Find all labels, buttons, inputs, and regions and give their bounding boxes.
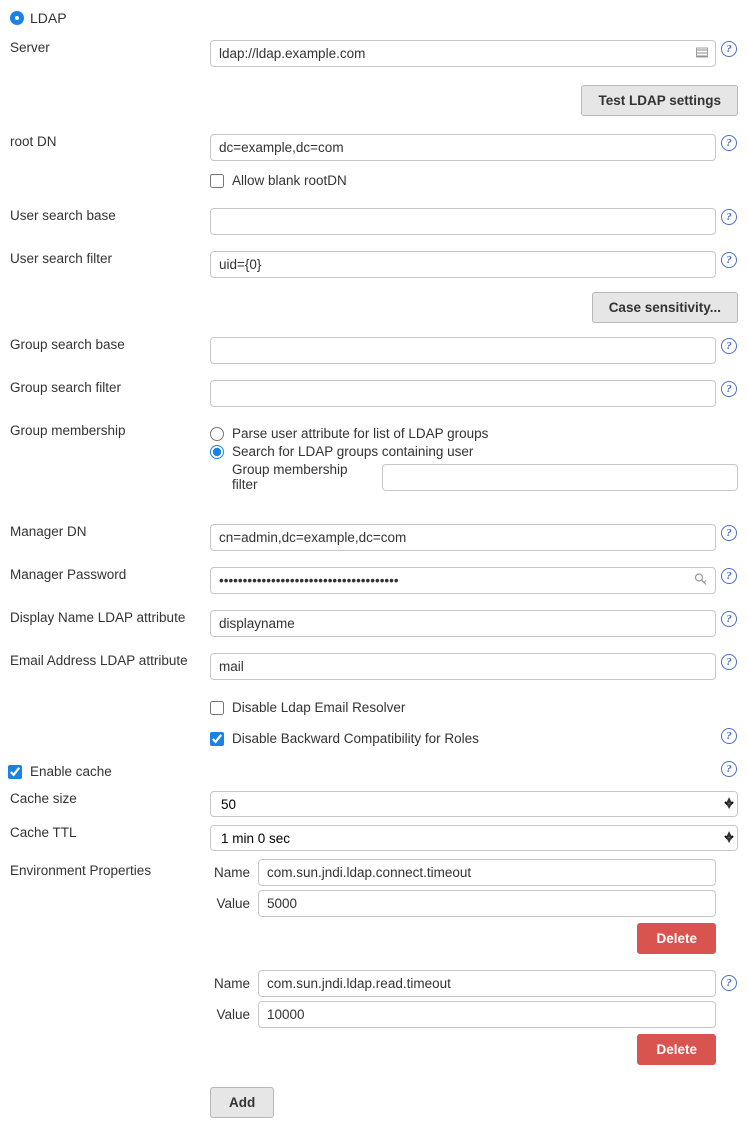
env-delete-button-1[interactable]: Delete bbox=[637, 1034, 716, 1065]
help-icon[interactable]: ? bbox=[721, 568, 737, 584]
help-icon[interactable]: ? bbox=[721, 525, 737, 541]
help-icon[interactable]: ? bbox=[721, 654, 737, 670]
email-attr-label: Email Address LDAP attribute bbox=[10, 649, 210, 684]
disable-email-resolver-checkbox[interactable] bbox=[210, 701, 224, 715]
env-prop-block: Name Value Delete bbox=[210, 859, 716, 954]
help-icon[interactable]: ? bbox=[721, 252, 737, 268]
group-search-base-label: Group search base bbox=[10, 333, 210, 368]
test-ldap-button[interactable]: Test LDAP settings bbox=[581, 85, 738, 116]
user-search-base-label: User search base bbox=[10, 204, 210, 239]
group-search-base-input[interactable] bbox=[210, 337, 716, 364]
manager-dn-label: Manager DN bbox=[10, 520, 210, 555]
ldap-title: LDAP bbox=[30, 10, 67, 26]
env-value-input-0[interactable] bbox=[258, 890, 716, 917]
display-name-attr-input[interactable] bbox=[210, 610, 716, 637]
group-membership-label: Group membership bbox=[10, 419, 210, 498]
root-dn-input[interactable] bbox=[210, 134, 716, 161]
cache-ttl-label: Cache TTL bbox=[10, 821, 210, 855]
display-name-attr-label: Display Name LDAP attribute bbox=[10, 606, 210, 641]
ldap-section-header: LDAP bbox=[10, 10, 738, 26]
user-search-base-input[interactable] bbox=[210, 208, 716, 235]
server-input[interactable] bbox=[210, 40, 716, 67]
enable-cache-checkbox[interactable] bbox=[8, 765, 22, 779]
ldap-radio-icon bbox=[10, 11, 24, 25]
cache-ttl-select[interactable]: 1 min 0 sec bbox=[210, 825, 738, 851]
env-value-label: Value bbox=[210, 896, 258, 911]
env-delete-button-0[interactable]: Delete bbox=[637, 923, 716, 954]
env-add-button[interactable]: Add bbox=[210, 1087, 274, 1118]
help-icon[interactable]: ? bbox=[721, 761, 737, 777]
env-props-label: Environment Properties bbox=[10, 855, 210, 966]
disable-email-resolver-label: Disable Ldap Email Resolver bbox=[232, 700, 405, 715]
disable-backcompat-label: Disable Backward Compatibility for Roles bbox=[232, 731, 479, 746]
help-icon[interactable]: ? bbox=[721, 975, 737, 991]
group-search-filter-input[interactable] bbox=[210, 380, 716, 407]
help-icon[interactable]: ? bbox=[721, 135, 737, 151]
env-value-input-1[interactable] bbox=[258, 1001, 716, 1028]
gm-search-label: Search for LDAP groups containing user bbox=[232, 444, 473, 459]
help-icon[interactable]: ? bbox=[721, 728, 737, 744]
help-icon[interactable]: ? bbox=[721, 41, 737, 57]
help-icon[interactable]: ? bbox=[721, 209, 737, 225]
help-icon[interactable]: ? bbox=[721, 338, 737, 354]
root-dn-label: root DN bbox=[10, 130, 210, 165]
cache-size-select[interactable]: 50 bbox=[210, 791, 738, 817]
gm-filter-label: Group membership filter bbox=[232, 462, 382, 492]
gm-search-radio[interactable] bbox=[210, 445, 224, 459]
help-icon[interactable]: ? bbox=[721, 611, 737, 627]
user-search-filter-label: User search filter bbox=[10, 247, 210, 282]
disable-backcompat-checkbox[interactable] bbox=[210, 732, 224, 746]
case-sensitivity-button[interactable]: Case sensitivity... bbox=[592, 292, 738, 323]
server-label: Server bbox=[10, 36, 210, 71]
allow-blank-rootdn-label: Allow blank rootDN bbox=[232, 173, 347, 188]
env-name-label: Name bbox=[210, 976, 258, 991]
email-attr-input[interactable] bbox=[210, 653, 716, 680]
manager-password-input[interactable] bbox=[210, 567, 716, 594]
env-name-label: Name bbox=[210, 865, 258, 880]
manager-password-label: Manager Password bbox=[10, 563, 210, 598]
manager-dn-input[interactable] bbox=[210, 524, 716, 551]
gm-filter-input[interactable] bbox=[382, 464, 738, 491]
env-name-input-0[interactable] bbox=[258, 859, 716, 886]
env-value-label: Value bbox=[210, 1007, 258, 1022]
allow-blank-rootdn-checkbox[interactable] bbox=[210, 174, 224, 188]
help-icon[interactable]: ? bbox=[721, 381, 737, 397]
user-search-filter-input[interactable] bbox=[210, 251, 716, 278]
env-name-input-1[interactable] bbox=[258, 970, 716, 997]
gm-parse-label: Parse user attribute for list of LDAP gr… bbox=[232, 426, 488, 441]
env-prop-block: Name Value Delete bbox=[210, 970, 716, 1065]
group-search-filter-label: Group search filter bbox=[10, 376, 210, 411]
cache-size-label: Cache size bbox=[10, 787, 210, 821]
enable-cache-label: Enable cache bbox=[30, 764, 112, 779]
gm-parse-radio[interactable] bbox=[210, 427, 224, 441]
